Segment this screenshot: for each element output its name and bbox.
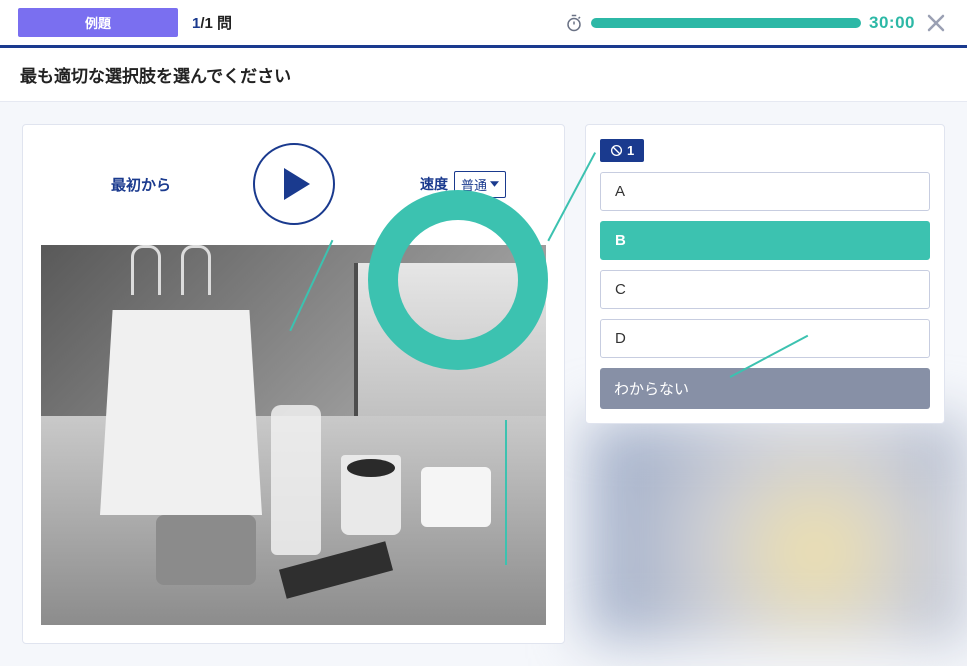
example-badge: 例題 (18, 8, 178, 37)
question-chip: 1 (600, 139, 644, 162)
restart-audio-link[interactable]: 最初から (111, 174, 171, 195)
speed-label: 速度 (420, 174, 448, 194)
answer-card: 1 A B C D わからない (585, 124, 945, 424)
counter-suffix: 問 (213, 15, 232, 32)
question-number: 1 (627, 143, 634, 158)
question-media-panel: 最初から 速度 普通 (22, 124, 565, 644)
close-button[interactable] (923, 10, 949, 36)
content-row: 最初から 速度 普通 (0, 102, 967, 666)
option-b[interactable]: B (600, 221, 930, 260)
option-a[interactable]: A (600, 172, 930, 211)
answer-panel-wrap: 1 A B C D わからない (585, 124, 945, 644)
top-bar: 例題 1/1 問 30:00 (0, 0, 967, 45)
option-d[interactable]: D (600, 319, 930, 358)
speed-control: 速度 普通 (420, 171, 506, 198)
question-counter: 1/1 問 (192, 12, 232, 33)
chevron-down-icon (490, 181, 499, 187)
no-audio-icon (610, 144, 623, 157)
time-remaining: 30:00 (869, 13, 915, 33)
stopwatch-icon (565, 14, 583, 32)
speed-value: 普通 (461, 175, 487, 194)
audio-controls: 最初から 速度 普通 (41, 143, 546, 225)
question-image (41, 245, 546, 625)
current-q-number: 1 (192, 15, 200, 32)
time-progress-bar (591, 18, 861, 28)
total-q-number: 1 (205, 15, 213, 32)
options-list: A B C D わからない (600, 172, 930, 409)
speed-select[interactable]: 普通 (454, 171, 506, 198)
play-icon (284, 168, 310, 200)
dont-know-button[interactable]: わからない (600, 368, 930, 409)
instruction-text: 最も適切な選択肢を選んでください (0, 48, 967, 102)
play-button[interactable] (253, 143, 335, 225)
option-c[interactable]: C (600, 270, 930, 309)
timer-zone: 30:00 (565, 10, 949, 36)
